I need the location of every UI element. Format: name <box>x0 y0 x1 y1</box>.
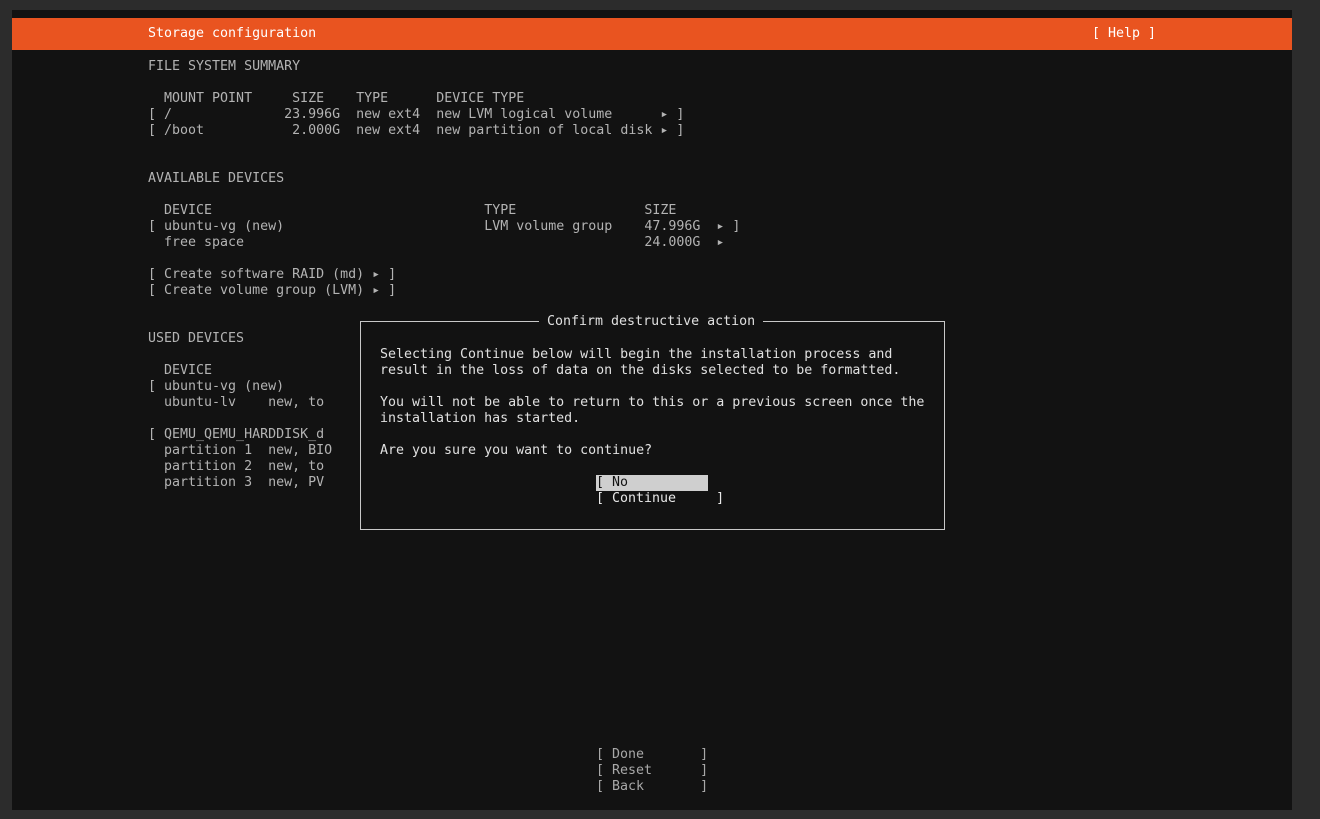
create-volume-group-button[interactable]: [ Create volume group (LVM) ▸ ] <box>148 283 396 299</box>
dialog-text-line: Selecting Continue below will begin the … <box>380 347 893 362</box>
create-raid-button[interactable]: [ Create software RAID (md) ▸ ] <box>148 267 396 283</box>
fs-row-root[interactable]: [ / 23.996G new ext4 new LVM logical vol… <box>148 107 684 123</box>
available-devices-heading: AVAILABLE DEVICES <box>148 171 285 186</box>
dialog-title: Confirm destructive action <box>539 314 764 330</box>
used-row-partition-2: partition 2 new, to <box>148 459 325 474</box>
installer-terminal: Storage configuration [ Help ] FILE SYST… <box>12 10 1292 810</box>
help-button[interactable]: [ Help ] <box>1092 26 1156 42</box>
reset-button[interactable]: [ Reset ] <box>596 763 708 779</box>
back-button[interactable]: [ Back ] <box>596 779 708 795</box>
dialog-text-line: result in the loss of data on the disks … <box>380 363 901 378</box>
device-row-free-space[interactable]: free space 24.000G ▸ <box>148 235 724 251</box>
available-devices-columns: DEVICE TYPE SIZE <box>148 203 677 218</box>
no-button[interactable]: [ No ] <box>596 475 724 491</box>
dialog-text-line: installation has started. <box>380 411 581 426</box>
used-row-harddisk[interactable]: [ QEMU_QEMU_HARDDISK_d <box>148 427 324 443</box>
page-title: Storage configuration <box>148 26 317 41</box>
done-button[interactable]: [ Done ] <box>596 747 708 763</box>
confirm-dialog: Confirm destructive action Selecting Con… <box>360 314 945 530</box>
continue-button[interactable]: [ Continue ] <box>596 491 724 507</box>
dialog-question: Are you sure you want to continue? <box>380 443 653 458</box>
used-devices-columns: DEVICE <box>148 363 213 378</box>
used-row-ubuntu-vg[interactable]: [ ubuntu-vg (new) <box>148 379 284 395</box>
used-row-partition-1: partition 1 new, BIO <box>148 443 333 458</box>
dialog-text-line: You will not be able to return to this o… <box>380 395 925 410</box>
fs-summary-columns: MOUNT POINT SIZE TYPE DEVICE TYPE <box>148 91 525 106</box>
used-row-partition-3: partition 3 new, PV <box>148 475 325 490</box>
used-devices-heading: USED DEVICES <box>148 331 245 346</box>
device-row-ubuntu-vg[interactable]: [ ubuntu-vg (new) LVM volume group 47.99… <box>148 219 740 235</box>
header-bar: Storage configuration [ Help ] <box>12 18 1292 50</box>
fs-row-boot[interactable]: [ /boot 2.000G new ext4 new partition of… <box>148 123 684 139</box>
fs-summary-heading: FILE SYSTEM SUMMARY <box>148 59 301 74</box>
used-row-ubuntu-lv: ubuntu-lv new, to <box>148 395 325 410</box>
